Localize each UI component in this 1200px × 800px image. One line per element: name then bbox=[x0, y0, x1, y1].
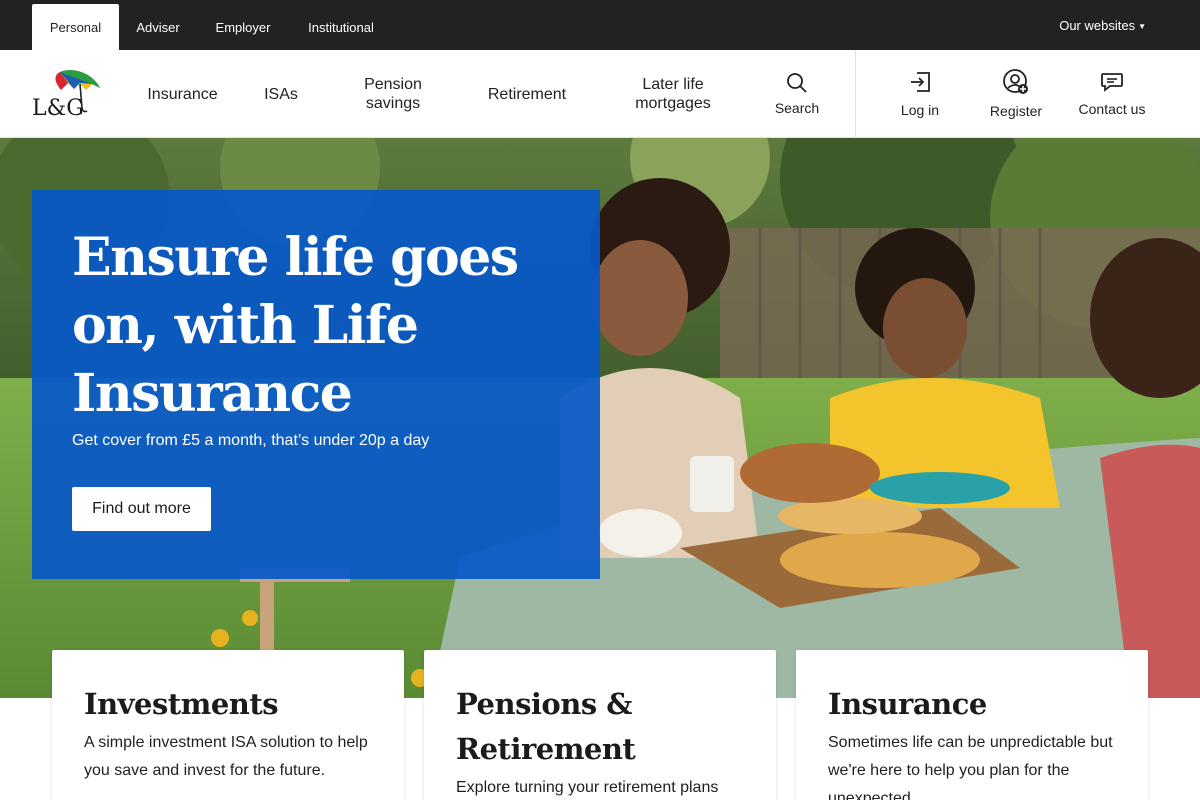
login-button[interactable]: Log in bbox=[890, 50, 950, 138]
our-websites-label: Our websites bbox=[1059, 17, 1136, 33]
contact-us-label: Contact us bbox=[1078, 101, 1146, 117]
card-title: Pensions & Retirement bbox=[456, 687, 636, 766]
card-investments[interactable]: Investments A simple investment ISA solu… bbox=[52, 650, 404, 800]
our-websites-menu[interactable]: Our websites ▼ bbox=[1059, 0, 1146, 50]
card-text: Explore turning your retirement plans in… bbox=[456, 779, 719, 796]
chevron-down-icon: ▼ bbox=[1138, 21, 1146, 31]
register-label: Register bbox=[989, 103, 1043, 119]
search-icon bbox=[787, 73, 807, 93]
card-text: A simple investment ISA solution to help… bbox=[84, 734, 368, 779]
login-icon bbox=[911, 72, 930, 92]
nav-later-life-mortgages[interactable]: Later life mortgages bbox=[620, 50, 726, 138]
contact-us-button[interactable]: Contact us bbox=[1072, 50, 1152, 138]
hero-promo-panel: Ensure life goes on, with Life Insurance… bbox=[32, 190, 600, 579]
tab-employer[interactable]: Employer bbox=[204, 4, 282, 50]
nav-retirement[interactable]: Retirement bbox=[478, 50, 576, 138]
card-pensions-retirement[interactable]: Pensions & Retirement Explore turning yo… bbox=[424, 650, 776, 800]
find-out-more-button[interactable]: Find out more bbox=[72, 487, 211, 531]
tab-institutional[interactable]: Institutional bbox=[296, 4, 386, 50]
card-title: Investments bbox=[84, 687, 279, 721]
audience-bar: Personal Adviser Employer Institutional … bbox=[0, 0, 1200, 50]
tab-adviser[interactable]: Adviser bbox=[122, 4, 194, 50]
hero-banner: Ensure life goes on, with Life Insurance… bbox=[0, 138, 1200, 698]
login-label: Log in bbox=[900, 102, 940, 118]
lg-logo[interactable]: L&G bbox=[30, 68, 102, 121]
tab-personal[interactable]: Personal bbox=[32, 4, 119, 50]
search-label: Search bbox=[774, 100, 820, 116]
search-button[interactable]: Search bbox=[768, 50, 826, 138]
register-button[interactable]: Register bbox=[982, 50, 1050, 138]
nav-insurance[interactable]: Insurance bbox=[140, 50, 225, 138]
nav-isas[interactable]: ISAs bbox=[258, 50, 304, 138]
card-insurance[interactable]: Insurance Sometimes life can be unpredic… bbox=[796, 650, 1148, 800]
hero-subtitle: Get cover from £5 a month, that’s under … bbox=[72, 432, 430, 449]
nav-pension-savings[interactable]: Pension savings bbox=[352, 50, 434, 138]
nav-divider bbox=[855, 50, 856, 138]
register-user-icon bbox=[1003, 69, 1028, 94]
logo-text: L&G bbox=[32, 96, 84, 121]
card-text: Sometimes life can be unpredictable but … bbox=[828, 734, 1113, 800]
card-title: Insurance bbox=[828, 687, 987, 721]
hero-title: Ensure life goes on, with Life Insurance bbox=[72, 227, 519, 424]
main-navigation: L&G Insurance ISAs Pension savings Retir… bbox=[0, 50, 1200, 138]
chat-icon bbox=[1101, 73, 1123, 92]
